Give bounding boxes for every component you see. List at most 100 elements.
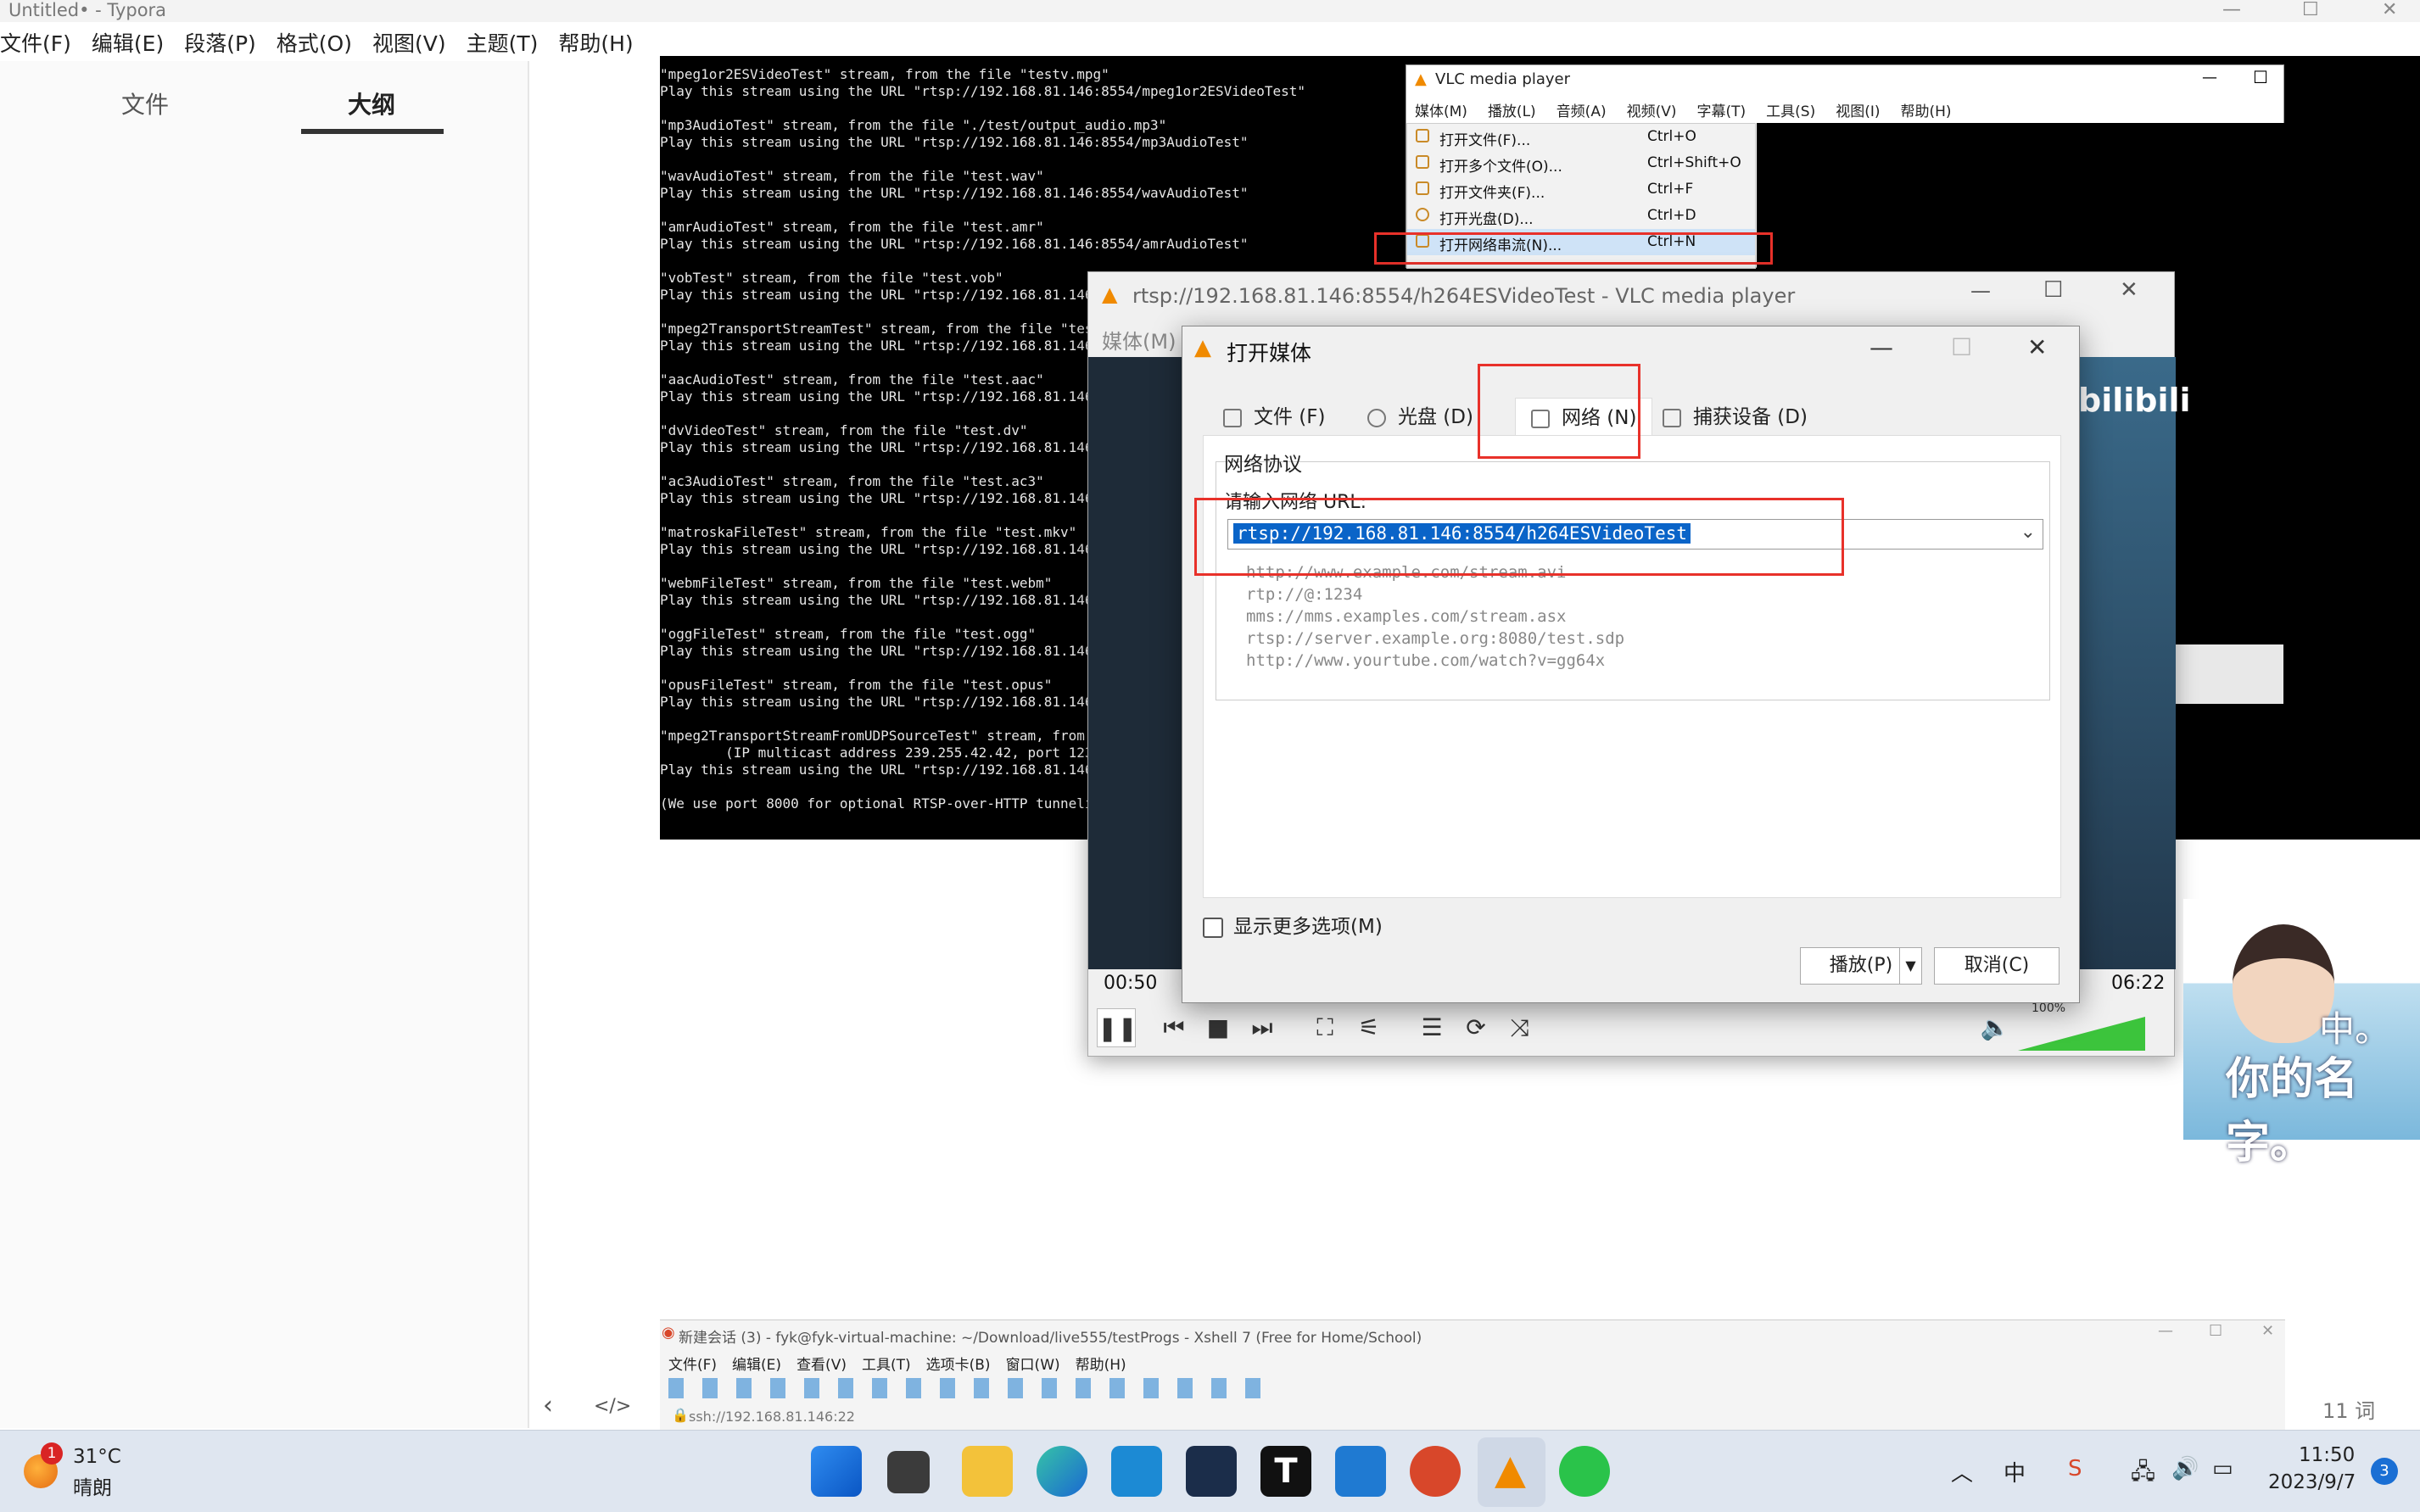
vscode-icon[interactable] <box>1335 1446 1386 1497</box>
xshell-menu-file[interactable]: 文件(F) <box>668 1353 717 1374</box>
volume-icon[interactable]: 🔊 <box>2171 1456 2199 1481</box>
play-button[interactable]: 播放(P) ▼ <box>1800 947 1922 985</box>
vlc-menu-subtitle[interactable]: 字幕(T) <box>1697 99 1747 120</box>
menu-file[interactable]: 文件(F) <box>0 27 71 58</box>
vlc-menu-tools[interactable]: 工具(S) <box>1766 99 1815 120</box>
start-windows-icon[interactable] <box>811 1446 862 1497</box>
vlc-cone-icon: ▲ <box>1102 282 1118 306</box>
loop-icon[interactable]: ⟳ <box>1456 1008 1495 1047</box>
menu-item-open-multiple[interactable]: 打开多个文件(O)... Ctrl+Shift+O <box>1407 150 1755 176</box>
xshell-menu: 文件(F) 编辑(E) 查看(V) 工具(T) 选项卡(B) 窗口(W) 帮助(… <box>668 1353 1126 1374</box>
menu-item-open-folder[interactable]: 打开文件夹(F)... Ctrl+F <box>1407 176 1755 203</box>
vmware-icon[interactable] <box>1186 1446 1237 1497</box>
menu-theme[interactable]: 主题(T) <box>467 27 539 58</box>
task-view-icon[interactable] <box>887 1451 930 1493</box>
tab-file[interactable]: 文件 (F) <box>1223 398 1326 437</box>
shuffle-icon[interactable]: ⤨ <box>1501 1008 1540 1047</box>
remote-desktop-icon[interactable] <box>1111 1446 1162 1497</box>
clock-date[interactable]: 2023/9/7 <box>2268 1471 2356 1493</box>
xshell-menu-tab[interactable]: 选项卡(B) <box>926 1353 991 1374</box>
xshell-menu-view[interactable]: 查看(V) <box>796 1353 847 1374</box>
xshell-menu-window[interactable]: 窗口(W) <box>1006 1353 1060 1374</box>
ime-indicator[interactable]: 中 <box>2004 1456 2026 1487</box>
typora-icon[interactable]: T <box>1260 1446 1311 1497</box>
vlc-menu-playback[interactable]: 播放(L) <box>1488 99 1536 120</box>
pause-icon[interactable]: ❚❚ <box>1097 1008 1137 1047</box>
show-more-options-checkbox[interactable]: 显示更多选项(M) <box>1203 910 1383 939</box>
next-icon[interactable]: ⏭ <box>1243 1008 1282 1047</box>
battery-icon[interactable]: ▭ <box>2212 1456 2233 1481</box>
xshell-toolbar[interactable] <box>668 1378 1262 1398</box>
menu-help[interactable]: 帮助(H) <box>558 27 633 58</box>
minimize-icon[interactable]: — <box>1970 279 1991 303</box>
window-title: Untitled• - Typora <box>8 0 167 20</box>
minimize-icon[interactable]: — <box>2202 69 2217 86</box>
weather-badge: 1 <box>41 1442 63 1465</box>
wechat-icon[interactable] <box>1559 1446 1610 1497</box>
file-explorer-icon[interactable] <box>962 1446 1013 1497</box>
menu-item-open-file[interactable]: 打开文件(F)... Ctrl+O <box>1407 124 1755 150</box>
sticker-text-1: 你的名字。 <box>2226 1054 2359 1169</box>
weather-temperature[interactable]: 31°C <box>73 1446 121 1468</box>
vlc-menu-media[interactable]: 媒体(M) <box>1415 99 1467 120</box>
vlc-menu-audio[interactable]: 音频(A) <box>1557 99 1607 120</box>
notification-badge[interactable]: 3 <box>2371 1458 2398 1485</box>
xshell-icon[interactable] <box>1410 1446 1461 1497</box>
close-icon[interactable]: ✕ <box>2261 1322 2274 1340</box>
vlc-player-menu-media[interactable]: 媒体(M) <box>1102 325 1176 354</box>
fullscreen-icon[interactable]: ⛶ <box>1305 1008 1344 1047</box>
minimize-icon[interactable]: — <box>2222 0 2241 20</box>
maximize-icon[interactable]: ☐ <box>2253 67 2268 87</box>
menu-format[interactable]: 格式(O) <box>277 27 352 58</box>
time-elapsed: 00:50 <box>1104 973 1158 994</box>
playlist-icon[interactable]: ☰ <box>1412 1008 1451 1047</box>
dropdown-arrow-icon[interactable]: ▼ <box>1899 948 1921 984</box>
xshell-menu-edit[interactable]: 编辑(E) <box>732 1353 781 1374</box>
tab-files[interactable]: 文件 <box>121 86 169 120</box>
menu-edit[interactable]: 编辑(E) <box>92 27 164 58</box>
tab-outline[interactable]: 大纲 <box>348 86 395 120</box>
vlc-menu-help[interactable]: 帮助(H) <box>1901 99 1952 120</box>
files-icon <box>1416 155 1429 169</box>
chevron-down-icon[interactable]: ⌄ <box>2020 522 2036 543</box>
maximize-icon[interactable]: ☐ <box>2302 0 2319 20</box>
volume-slider[interactable] <box>2018 1017 2145 1051</box>
speaker-icon[interactable]: 🔈 <box>1976 1008 2015 1047</box>
vlc-cone-icon: ▲ <box>1495 1446 1526 1493</box>
chevron-left-icon[interactable]: ‹ <box>543 1391 553 1420</box>
weather-description[interactable]: 晴朗 <box>73 1471 112 1500</box>
vlc-menu-view[interactable]: 视图(I) <box>1836 99 1880 120</box>
minimize-icon[interactable]: — <box>2158 1322 2173 1340</box>
extended-settings-icon[interactable]: ⚟ <box>1350 1008 1389 1047</box>
taskbar: 1 31°C 晴朗 T ▲ ︿ 中 S 🖧 🔊 ▭ 11:50 2023/9/7… <box>0 1430 2420 1512</box>
close-icon[interactable]: ✕ <box>2120 277 2138 303</box>
close-icon[interactable]: ✕ <box>2027 333 2047 361</box>
vlc-menu-video[interactable]: 视频(V) <box>1627 99 1677 120</box>
vlc-cone-icon: ▲ <box>1194 335 1211 360</box>
tab-disc[interactable]: 光盘 (D) <box>1367 398 1473 437</box>
xshell-menu-tools[interactable]: 工具(T) <box>862 1353 911 1374</box>
app-tray-icon[interactable]: S <box>2068 1456 2082 1481</box>
previous-icon[interactable]: ⏮ <box>1154 1008 1193 1047</box>
tab-capture[interactable]: 捕获设备 (D) <box>1663 398 1808 437</box>
network-icon[interactable]: 🖧 <box>2131 1456 2155 1493</box>
menu-item-open-disc[interactable]: 打开光盘(D)... Ctrl+D <box>1407 203 1755 229</box>
edge-browser-icon[interactable] <box>1037 1446 1087 1497</box>
source-code-icon[interactable]: </> <box>594 1396 631 1417</box>
chevron-up-icon[interactable]: ︿ <box>1951 1456 1973 1487</box>
minimize-icon[interactable]: — <box>1869 333 1893 361</box>
maximize-icon[interactable]: ☐ <box>2209 1322 2222 1340</box>
time-total: 06:22 <box>2111 973 2166 994</box>
vlc-taskbar-active[interactable]: ▲ <box>1478 1437 1545 1507</box>
close-icon[interactable]: ✕ <box>2382 0 2397 20</box>
clock-time[interactable]: 11:50 <box>2299 1444 2355 1466</box>
maximize-icon[interactable]: ☐ <box>2043 277 2063 303</box>
xshell-menu-help[interactable]: 帮助(H) <box>1076 1353 1126 1374</box>
menu-view[interactable]: 视图(V) <box>372 27 446 58</box>
volume-percent: 100% <box>2032 1001 2066 1015</box>
url-examples: http://www.example.com/stream.avi rtp://… <box>1246 563 1625 670</box>
xshell-address: ssh://192.168.81.146:22 <box>689 1409 855 1425</box>
stop-icon[interactable]: ■ <box>1199 1008 1238 1047</box>
menu-paragraph[interactable]: 段落(P) <box>184 27 256 58</box>
cancel-button[interactable]: 取消(C) <box>1934 947 2060 985</box>
